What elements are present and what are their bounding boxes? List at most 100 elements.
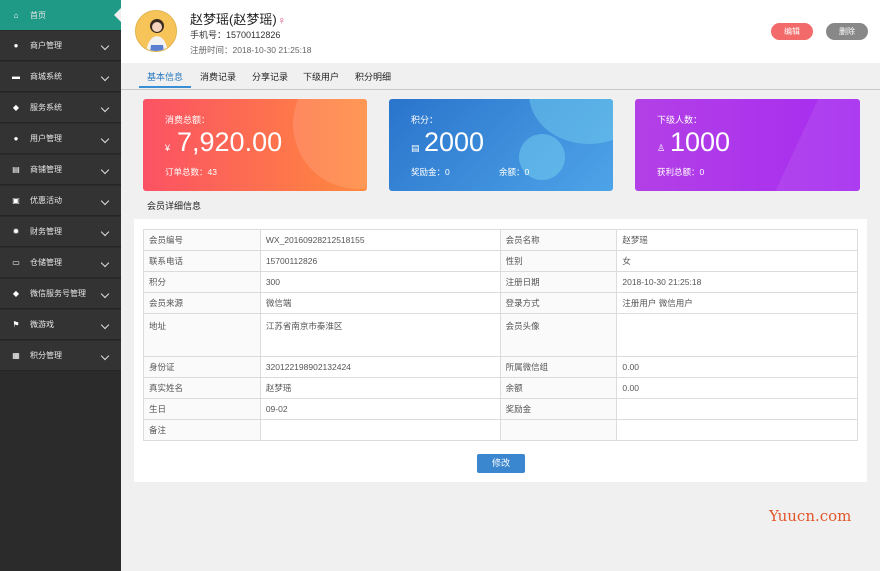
tab-subordinates[interactable]: 下级用户 [303, 70, 339, 83]
field-label: 余额 [499, 377, 618, 399]
sidebar-item-label: 商铺管理 [30, 165, 62, 174]
field-label: 备注 [143, 419, 261, 441]
sidebar-item-warehouse[interactable]: ▭ 仓储管理 [0, 248, 121, 278]
field-value: 江苏省南京市秦淮区 [259, 313, 501, 357]
chevron-down-icon [100, 103, 110, 113]
sidebar-item-finance[interactable]: ✹ 财务管理 [0, 217, 121, 247]
tab-shares[interactable]: 分享记录 [252, 70, 288, 83]
field-value: 赵梦瑶 [259, 377, 501, 399]
person-icon: ♙ [657, 143, 666, 153]
points-label: 积分： [411, 115, 439, 125]
reward-amount: 奖励金：0 [411, 167, 450, 177]
home-icon: ⌂ [13, 10, 19, 20]
chat-icon: ◆ [12, 103, 20, 112]
sidebar-item-shops[interactable]: ▤ 商铺管理 [0, 155, 121, 185]
gift-icon: ▣ [12, 196, 20, 205]
user-icon: ● [13, 41, 19, 50]
points-icon: ▤ [411, 143, 420, 153]
field-label: 会员来源 [143, 292, 261, 314]
spend-card: 消费总额： ¥ 7,920.00 订单总数：43 [143, 99, 367, 191]
field-label: 注册日期 [499, 271, 618, 293]
field-label: 会员头像 [499, 313, 618, 357]
field-value [259, 419, 501, 441]
sidebar-item-label: 财务管理 [30, 227, 62, 236]
sidebar-item-users[interactable]: ● 用户管理 [0, 124, 121, 154]
field-label: 性别 [499, 250, 618, 272]
inbox-icon: ▭ [12, 258, 20, 267]
field-value [616, 398, 858, 420]
table-row: 生日 09-02 奖励金 [143, 398, 858, 420]
tab-consumption[interactable]: 消费记录 [200, 70, 236, 83]
sidebar-item-label: 用户管理 [30, 134, 62, 143]
edit-button[interactable]: 编辑 [771, 23, 813, 40]
table-row: 联系电话 15700112826 性别女 [143, 250, 858, 272]
field-label: 身份证 [143, 356, 261, 378]
field-label: 生日 [143, 398, 261, 420]
sidebar: ⌂ 首页 ● 商户管理 ▬ 商城系统 ◆ 服务系统 ● 用户管理 ▤ 商铺管理 … [0, 0, 121, 571]
wechat-icon: ◆ [12, 289, 20, 298]
profit-total: 获利总额：0 [657, 167, 705, 177]
tab-points-detail[interactable]: 积分明细 [355, 70, 391, 83]
chevron-down-icon [100, 134, 110, 144]
sidebar-item-promotions[interactable]: ▣ 优惠活动 [0, 186, 121, 216]
sidebar-item-service[interactable]: ◆ 服务系统 [0, 93, 121, 123]
details-panel: 会员编号 WX_20160928212518155 会员名称 赵梦瑶 联系电话 15700… [134, 219, 867, 482]
active-tab-indicator [139, 86, 191, 88]
modify-button[interactable]: 修改 [477, 454, 525, 473]
field-label: 真实姓名 [143, 377, 261, 399]
field-value: 15700112826 [259, 250, 501, 272]
field-value: 09-02 [259, 398, 501, 420]
sidebar-item-points[interactable]: ▦ 积分管理 [0, 341, 121, 371]
cart-icon: ▬ [12, 72, 20, 81]
sidebar-item-label: 商城系统 [30, 72, 62, 81]
sidebar-item-minigames[interactable]: ⚑ 微游戏 [0, 310, 121, 340]
field-value: 2018-10-30 21:25:18 [616, 271, 858, 293]
gear-icon: ✹ [12, 227, 20, 236]
field-value: 0.00 [616, 356, 858, 378]
field-value [616, 313, 858, 357]
grid-icon: ▦ [12, 351, 20, 360]
flag-icon: ⚑ [12, 320, 20, 329]
user-phone: 手机号：15700112826 [190, 30, 281, 40]
field-value: 300 [259, 271, 501, 293]
points-value: 2000 [424, 127, 485, 157]
sidebar-item-label: 优惠活动 [30, 196, 62, 205]
avatar [135, 10, 177, 52]
sidebar-item-label: 商户管理 [30, 41, 62, 50]
chevron-down-icon [100, 41, 110, 51]
field-label: 地址 [143, 313, 261, 357]
field-label: 登录方式 [499, 292, 618, 314]
downline-value: 1000 [670, 127, 731, 157]
field-label: 积分 [143, 271, 261, 293]
points-card: 积分： ▤ 2000 奖励金：0 余额：0 [389, 99, 613, 191]
sidebar-item-label: 服务系统 [30, 103, 62, 112]
field-label: 会员名称 [499, 229, 618, 251]
chevron-down-icon [100, 351, 110, 361]
users-icon: ● [13, 134, 19, 143]
field-value: 赵梦瑶 [616, 229, 858, 251]
field-value: 微信端 [259, 292, 501, 314]
table-row: 真实姓名 赵梦瑶 余额 0.00 [143, 377, 858, 399]
sidebar-item-wechat[interactable]: ◆ 微信服务号管理 [0, 279, 121, 309]
table-row: 会员编号 WX_20160928212518155 会员名称 赵梦瑶 [143, 229, 858, 251]
order-count: 订单总数：43 [165, 167, 217, 177]
sidebar-item-label: 首页 [30, 10, 46, 20]
details-table: 会员编号 WX_20160928212518155 会员名称 赵梦瑶 联系电话 15700… [143, 229, 858, 441]
tab-basic-info[interactable]: 基本信息 [147, 70, 183, 83]
delete-button[interactable]: 删除 [826, 23, 868, 40]
field-value: 0.00 [616, 377, 858, 399]
table-row: 积分 300 注册日期 2018-10-30 21:25:18 [143, 271, 858, 293]
chevron-down-icon [100, 320, 110, 330]
chevron-down-icon [100, 165, 110, 175]
sidebar-item-merchants[interactable]: ● 商户管理 [0, 31, 121, 61]
field-value: 注册用户 微信用户 [616, 292, 858, 314]
sidebar-item-home[interactable]: ⌂ 首页 [0, 0, 121, 30]
sidebar-item-mall[interactable]: ▬ 商城系统 [0, 62, 121, 92]
active-indicator [114, 8, 121, 22]
chevron-down-icon [100, 72, 110, 82]
field-label [499, 419, 618, 441]
details-title: 会员详细信息 [147, 201, 202, 211]
sidebar-item-label: 积分管理 [30, 351, 62, 360]
field-label: 所属微信组 [499, 356, 618, 378]
sidebar-item-label: 仓储管理 [30, 258, 62, 267]
